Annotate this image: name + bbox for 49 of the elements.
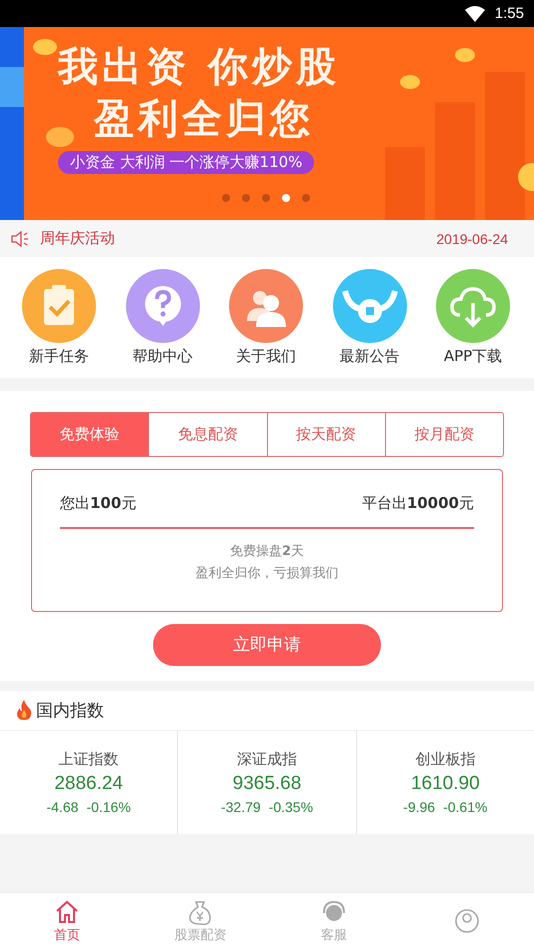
home-icon (54, 898, 80, 924)
carousel-dot[interactable] (222, 194, 230, 202)
question-bubble-icon[interactable] (126, 269, 200, 343)
wifi-icon (464, 6, 485, 22)
shortcut-label[interactable]: 关于我们 (236, 347, 296, 366)
carousel-dot[interactable] (242, 194, 250, 202)
plan-tab[interactable]: 免费体验 (31, 413, 148, 456)
index-value: 9365.68 (232, 772, 302, 794)
apply-button[interactable]: 立即申请 (153, 624, 381, 666)
index-name: 深证成指 (236, 750, 297, 768)
shortcut-label[interactable]: 最新公告 (340, 347, 400, 366)
person-icon (454, 908, 480, 934)
index-name: 上证指数 (58, 750, 119, 768)
people-icon[interactable] (229, 269, 303, 343)
banner-headline: 我出资 你炒股 (58, 43, 340, 92)
money-bag-icon (187, 898, 214, 924)
index-change: -9.96 (403, 798, 436, 814)
index-percent: -0.16% (86, 798, 131, 814)
clipboard-check-icon[interactable] (22, 269, 96, 343)
notice-date: 2019-06-24 (436, 230, 508, 246)
your-amount: 您出100元 (60, 494, 136, 513)
shortcut-label[interactable]: APP下载 (444, 347, 502, 366)
tab-bar-item[interactable]: 首页 (0, 893, 134, 949)
plan-note: 盈利全归你，亏损算我们 (196, 564, 338, 582)
speaker-icon (10, 230, 30, 246)
index-percent: -0.35% (268, 798, 314, 814)
banner-tagline: 小资金 大利润 一个涨停大赚110% (58, 151, 314, 174)
banner-headline: 盈利全归您 (92, 95, 314, 144)
tab-bar-item[interactable]: 股票配资 (134, 893, 267, 949)
index-name: 创业板指 (415, 750, 476, 768)
clock: 1:55 (494, 5, 524, 22)
tab-bar-item[interactable]: 客服 (267, 893, 400, 949)
index-percent: -0.61% (443, 798, 488, 814)
index-change: -32.79 (220, 798, 261, 814)
platform-amount: 平台出10000元 (362, 494, 474, 513)
carousel-dot[interactable] (302, 194, 310, 202)
index-value: 1610.90 (410, 772, 480, 794)
horned-coin-icon[interactable] (332, 269, 406, 343)
index-value: 2886.24 (54, 772, 123, 794)
flame-icon (16, 700, 32, 720)
plan-tab[interactable]: 按月配资 (384, 413, 503, 456)
index-change: -4.68 (46, 798, 78, 814)
cloud-download-icon[interactable] (436, 269, 510, 343)
carousel-dot[interactable] (262, 194, 270, 202)
notice-title[interactable]: 周年庆活动 (40, 229, 115, 248)
shortcut-label[interactable]: 新手任务 (29, 347, 89, 366)
section-title: 国内指数 (36, 700, 104, 722)
shortcut-label[interactable]: 帮助中心 (132, 347, 192, 366)
plan-term: 免费操盘2天 (230, 542, 304, 560)
